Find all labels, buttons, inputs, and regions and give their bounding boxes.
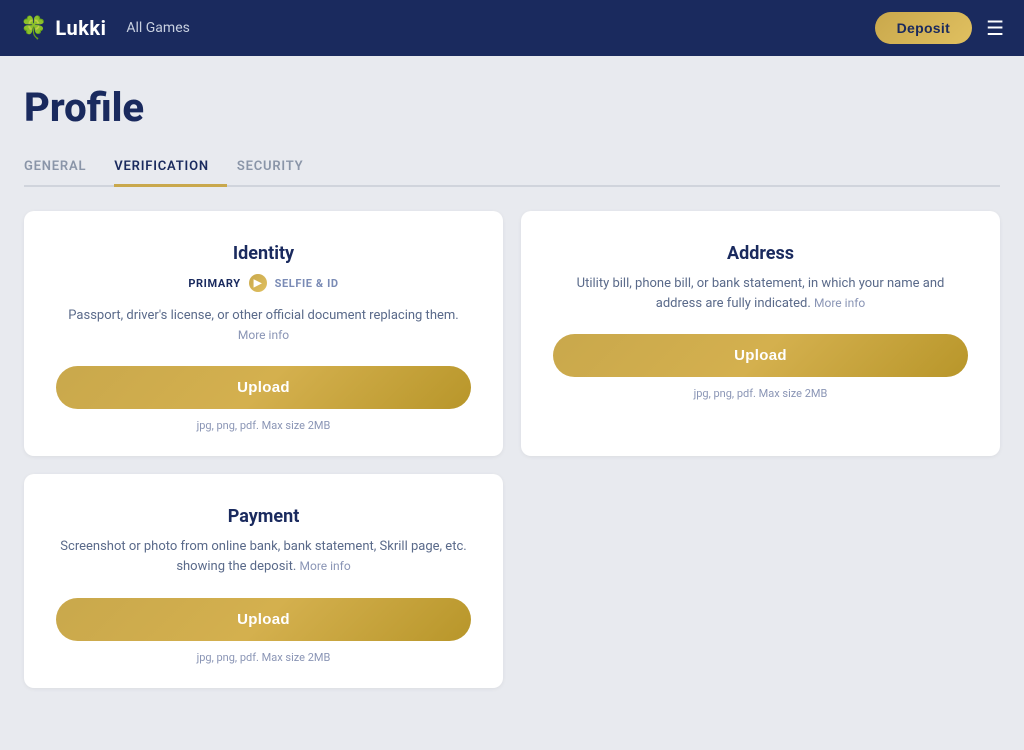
address-card: Address Utility bill, phone bill, or ban… xyxy=(521,211,1000,456)
address-upload-button[interactable]: Upload xyxy=(553,334,968,377)
deposit-button[interactable]: Deposit xyxy=(875,12,972,44)
logo-icon: 🍀 xyxy=(20,16,47,41)
header-right: Deposit ☰ xyxy=(875,12,1004,44)
tabs: GENERAL VERIFICATION SECURITY xyxy=(24,149,1000,187)
identity-file-types: jpg, png, pdf. Max size 2MB xyxy=(197,419,331,432)
identity-description: Passport, driver's license, or other off… xyxy=(56,306,471,346)
identity-card-title: Identity xyxy=(233,243,294,264)
payment-card-title: Payment xyxy=(228,506,300,527)
tab-security[interactable]: SECURITY xyxy=(237,149,322,187)
identity-subtitle-row: PRIMARY ▶ SELFIE & ID xyxy=(188,274,338,292)
payment-card: Payment Screenshot or photo from online … xyxy=(24,474,503,687)
arrow-icon: ▶ xyxy=(249,274,267,292)
badge-selfie: SELFIE & ID xyxy=(275,277,339,290)
logo: 🍀 Lukki xyxy=(20,16,106,41)
identity-card: Identity PRIMARY ▶ SELFIE & ID Passport,… xyxy=(24,211,503,456)
address-more-info[interactable]: More info xyxy=(814,296,865,310)
address-file-types: jpg, png, pdf. Max size 2MB xyxy=(694,387,828,400)
payment-more-info[interactable]: More info xyxy=(300,559,351,573)
payment-upload-button[interactable]: Upload xyxy=(56,598,471,641)
page-content: Profile GENERAL VERIFICATION SECURITY Id… xyxy=(0,56,1024,728)
all-games-link[interactable]: All Games xyxy=(126,20,190,36)
address-description: Utility bill, phone bill, or bank statem… xyxy=(553,274,968,314)
header-left: 🍀 Lukki All Games xyxy=(20,16,190,41)
tab-verification[interactable]: VERIFICATION xyxy=(114,149,227,187)
cards-grid: Identity PRIMARY ▶ SELFIE & ID Passport,… xyxy=(24,211,1000,688)
identity-more-info[interactable]: More info xyxy=(238,328,289,342)
identity-upload-button[interactable]: Upload xyxy=(56,366,471,409)
page-title: Profile xyxy=(24,84,1000,131)
menu-icon[interactable]: ☰ xyxy=(986,16,1004,40)
badge-primary: PRIMARY xyxy=(188,277,240,290)
payment-file-types: jpg, png, pdf. Max size 2MB xyxy=(197,651,331,664)
payment-description: Screenshot or photo from online bank, ba… xyxy=(56,537,471,577)
tab-general[interactable]: GENERAL xyxy=(24,149,104,187)
address-card-title: Address xyxy=(727,243,794,264)
logo-text: Lukki xyxy=(55,16,106,40)
header: 🍀 Lukki All Games Deposit ☰ xyxy=(0,0,1024,56)
